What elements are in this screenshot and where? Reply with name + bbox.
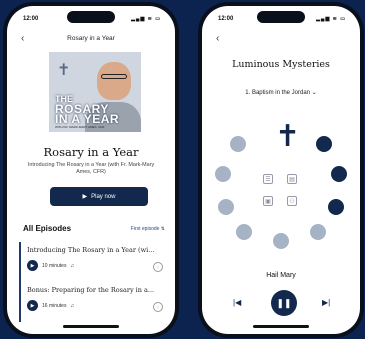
play-icon: ▶ <box>82 194 88 200</box>
cross-icon: ✝ <box>57 62 71 79</box>
play-now-button[interactable]: ▶ Play now <box>50 187 148 206</box>
list-item[interactable]: Bonus: Preparing for the Rosary in a... … <box>19 282 167 322</box>
episode-duration: 10 minutes <box>42 262 67 269</box>
headphones-icon: ♫ <box>70 262 75 269</box>
episode-meta: ▶ 10 minutes ♫ <box>27 260 167 271</box>
podcast-cover: ✝ THE ROSARY IN A YEAR WITH FR. MARK-MAR… <box>49 52 141 132</box>
status-time: 12:00 <box>23 16 39 22</box>
nav-title: Rosary in a Year <box>67 35 115 42</box>
list-item[interactable]: Introducing The Rosary in a Year (wi... … <box>19 242 167 282</box>
headphones-icon: ♫ <box>70 302 75 309</box>
podcast-title: Rosary in a Year <box>43 145 139 159</box>
episode-play-icon[interactable]: ▶ <box>27 260 38 271</box>
all-episodes-heading: All Episodes <box>23 224 72 233</box>
home-indicator <box>63 325 119 328</box>
people-icon[interactable]: ⚇ <box>287 196 297 206</box>
episode-play-icon[interactable]: ▶ <box>27 300 38 311</box>
episode-title: Introducing The Rosary in a Year (wi... <box>27 246 155 254</box>
chevron-down-icon: ⌄ <box>311 90 317 96</box>
play-label: Play now <box>91 193 116 200</box>
pause-button[interactable]: ❚❚ <box>271 290 297 316</box>
notch <box>67 11 115 23</box>
status-icons: ▂▄▆ ≋ ▭ <box>131 16 161 22</box>
status-time: 12:00 <box>218 16 234 22</box>
right-phone: 12:00 ▂▄▆ ≋ ▭ ‹ Luminous Mysteries 1. Ba… <box>198 2 364 338</box>
pause-icon: ❚❚ <box>276 297 292 308</box>
episode-title: Bonus: Preparing for the Rosary in a... <box>27 286 155 294</box>
rosary-bead[interactable] <box>273 233 289 249</box>
mystery-title: Luminous Mysteries <box>232 59 330 70</box>
rosary-bead[interactable] <box>215 166 231 182</box>
rosary-bead[interactable] <box>230 136 246 152</box>
current-prayer: Hail Mary <box>266 272 296 279</box>
podcast-subtitle: Introducing The Rosary in a Year (with F… <box>27 162 155 175</box>
crucifix-icon: ✝ <box>275 120 301 153</box>
rosary-bead[interactable] <box>331 166 347 182</box>
book-icon[interactable]: ▤ <box>287 174 297 184</box>
rosary-bead[interactable] <box>310 224 326 240</box>
cover-text: THE ROSARY IN A YEAR <box>55 94 120 126</box>
image-icon[interactable]: ▣ <box>263 196 273 206</box>
rosary-screen: 12:00 ▂▄▆ ≋ ▭ ‹ Luminous Mysteries 1. Ba… <box>202 6 360 334</box>
home-indicator <box>253 325 309 328</box>
rosary-bead[interactable] <box>328 199 344 215</box>
left-phone: 12:00 ▂▄▆ ≋ ▭ ‹ Rosary in a Year ✝ THE R… <box>3 2 179 338</box>
podcast-screen: 12:00 ▂▄▆ ≋ ▭ ‹ Rosary in a Year ✝ THE R… <box>7 6 175 334</box>
episode-meta: ▶ 16 minutes ♫ <box>27 300 167 311</box>
episode-duration: 16 minutes <box>42 302 67 309</box>
download-icon[interactable]: ↓ <box>153 302 163 312</box>
rosary-bead[interactable] <box>236 224 252 240</box>
skip-back-icon[interactable]: |◀ <box>233 298 241 307</box>
rosary-bead[interactable] <box>316 136 332 152</box>
notch <box>257 11 305 23</box>
mystery-select[interactable]: 1. Baptism in the Jordan ⌄ <box>202 89 360 96</box>
mystery-selected: 1. Baptism in the Jordan <box>245 90 310 96</box>
sort-first-episode[interactable]: First episode ⇅ <box>131 226 165 232</box>
status-icons: ▂▄▆ ≋ ▭ <box>316 16 346 22</box>
cover-line3: IN A YEAR <box>55 112 120 126</box>
download-icon[interactable]: ↓ <box>153 262 163 272</box>
chevron-left-icon[interactable]: ‹ <box>216 33 219 44</box>
cover-glasses <box>101 74 127 79</box>
rosary-bead[interactable] <box>218 199 234 215</box>
chat-icon[interactable]: ☰ <box>263 174 273 184</box>
skip-forward-icon[interactable]: ▶| <box>322 298 330 307</box>
cover-byline: WITH FR. MARK-MARY AMES, CFR <box>55 125 105 129</box>
